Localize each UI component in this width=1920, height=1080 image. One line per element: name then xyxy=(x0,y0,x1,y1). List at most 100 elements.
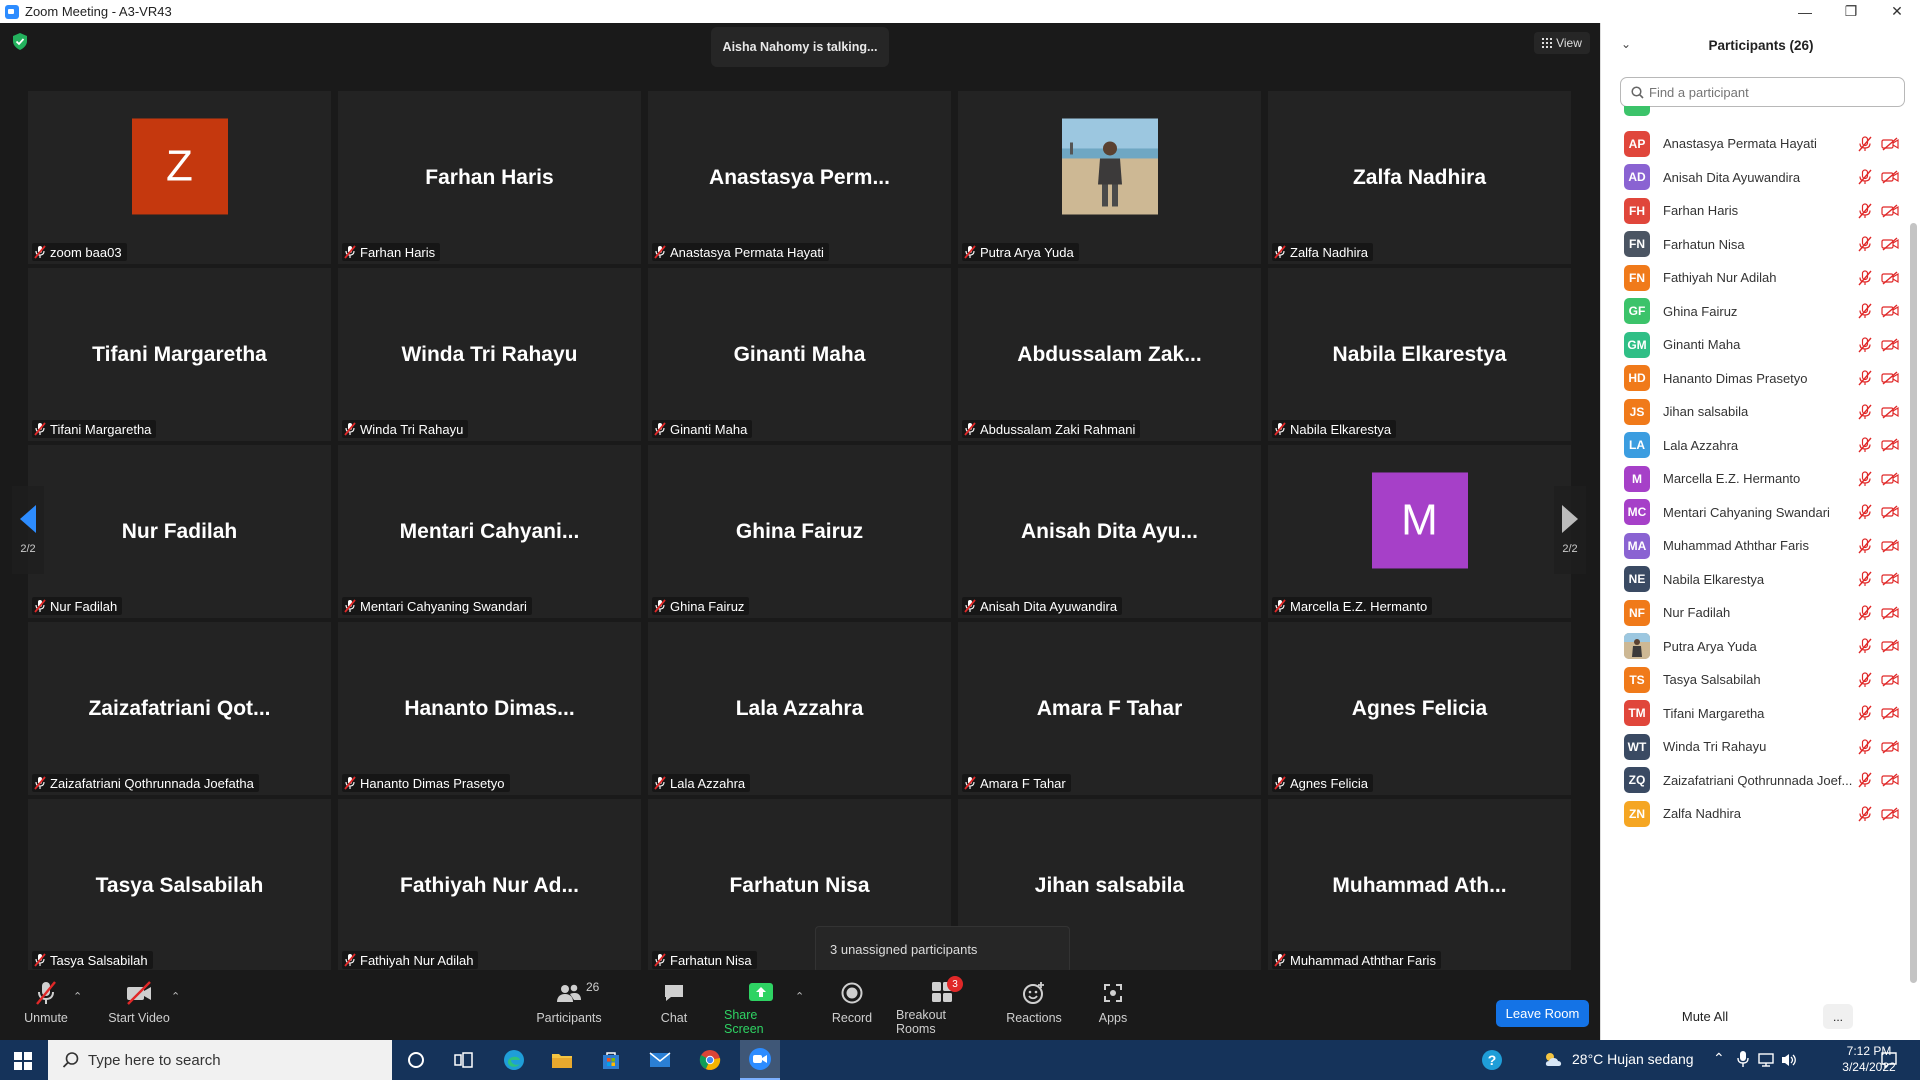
unmute-button[interactable]: Unmute xyxy=(22,980,70,1036)
muted-mic-icon[interactable] xyxy=(1857,169,1873,185)
microphone-tray-icon[interactable] xyxy=(1737,1050,1749,1073)
muted-mic-icon[interactable] xyxy=(1857,504,1873,520)
video-tile[interactable]: Zzoom baa03 xyxy=(28,91,331,264)
muted-mic-icon[interactable] xyxy=(1857,638,1873,654)
video-tile[interactable]: Agnes Felicia Agnes Felicia xyxy=(1268,622,1571,795)
muted-mic-icon[interactable] xyxy=(1857,772,1873,788)
participants-button[interactable]: 26 Participants xyxy=(534,980,604,1036)
network-icon[interactable] xyxy=(1757,1052,1775,1073)
mail-icon[interactable] xyxy=(648,1048,672,1072)
video-tile[interactable]: Putra Arya Yuda xyxy=(958,91,1261,264)
video-off-icon[interactable] xyxy=(1881,471,1899,486)
muted-mic-icon[interactable] xyxy=(1857,537,1873,554)
video-tile[interactable]: Amara F Tahar Amara F Tahar xyxy=(958,622,1261,795)
muted-mic-icon[interactable] xyxy=(1857,604,1873,621)
video-off-icon[interactable] xyxy=(1881,438,1899,452)
video-off-icon[interactable] xyxy=(1881,237,1899,251)
muted-mic-icon[interactable] xyxy=(1857,135,1873,152)
windows-start-icon[interactable] xyxy=(14,1052,32,1070)
participant-list-item[interactable]: ZN Zalfa Nadhira xyxy=(1601,793,1907,834)
video-off-icon[interactable] xyxy=(1881,572,1899,586)
volume-icon[interactable] xyxy=(1780,1052,1798,1073)
muted-mic-icon[interactable] xyxy=(1857,202,1873,219)
video-tile[interactable]: Abdussalam Zak... Abdussalam Zaki Rahmani xyxy=(958,268,1261,441)
leave-room-button[interactable]: Leave Room xyxy=(1496,1000,1589,1027)
video-off-icon[interactable] xyxy=(1881,505,1899,519)
video-tile[interactable]: Anastasya Perm... Anastasya Permata Hayat… xyxy=(648,91,951,264)
video-tile[interactable]: Nur Fadilah Nur Fadilah xyxy=(28,445,331,618)
video-off-icon[interactable] xyxy=(1881,605,1899,620)
chat-button[interactable]: Chat xyxy=(656,980,692,1036)
share-options-caret-icon[interactable]: ⌃ xyxy=(795,990,804,1003)
video-tile[interactable]: Zalfa Nadhira Zalfa Nadhira xyxy=(1268,91,1571,264)
video-off-icon[interactable] xyxy=(1881,404,1899,419)
video-tile[interactable]: Hananto Dimas... Hananto Dimas Prasetyo xyxy=(338,622,641,795)
view-button[interactable]: View xyxy=(1534,32,1590,54)
breakout-rooms-button[interactable]: 3 Breakout Rooms xyxy=(896,976,988,1036)
video-tile[interactable]: Tasya Salsabilah Tasya Salsabilah xyxy=(28,799,331,972)
video-tile[interactable]: Tifani Margaretha Tifani Margaretha xyxy=(28,268,331,441)
muted-mic-icon[interactable] xyxy=(1857,403,1873,420)
muted-mic-icon[interactable] xyxy=(1857,437,1873,453)
video-off-icon[interactable] xyxy=(1881,170,1899,184)
help-icon[interactable]: ? xyxy=(1480,1048,1504,1072)
participant-search-input[interactable] xyxy=(1649,84,1889,100)
file-explorer-icon[interactable] xyxy=(550,1048,574,1072)
video-off-icon[interactable] xyxy=(1881,639,1899,653)
muted-mic-icon[interactable] xyxy=(1857,671,1873,688)
video-off-icon[interactable] xyxy=(1881,371,1899,385)
video-off-icon[interactable] xyxy=(1881,706,1899,720)
zoom-taskbar-icon[interactable] xyxy=(740,1040,780,1080)
mute-all-button[interactable]: Mute All xyxy=(1663,1004,1747,1029)
video-tile[interactable]: Winda Tri Rahayu Winda Tri Rahayu xyxy=(338,268,641,441)
video-off-icon[interactable] xyxy=(1881,672,1899,687)
share-screen-button[interactable]: Share Screen xyxy=(724,980,798,1036)
participant-search-box[interactable] xyxy=(1620,77,1905,107)
video-off-icon[interactable] xyxy=(1881,270,1899,285)
next-page-button[interactable]: 2/2 xyxy=(1554,486,1586,574)
video-tile[interactable]: M Marcella E.Z. Hermanto xyxy=(1268,445,1571,618)
audio-options-caret-icon[interactable]: ⌃ xyxy=(73,990,82,1003)
more-options-button[interactable]: ... xyxy=(1823,1004,1853,1029)
video-tile[interactable]: Muhammad Ath... Muhammad Aththar Faris xyxy=(1268,799,1571,972)
video-off-icon[interactable] xyxy=(1881,773,1899,787)
video-off-icon[interactable] xyxy=(1881,136,1899,151)
video-tile[interactable]: Ghina Fairuz Ghina Fairuz xyxy=(648,445,951,618)
maximize-button[interactable]: ❐ xyxy=(1828,0,1874,23)
muted-mic-icon[interactable] xyxy=(1857,571,1873,587)
muted-mic-icon[interactable] xyxy=(1857,336,1873,353)
video-tile[interactable]: Ginanti Maha Ginanti Maha xyxy=(648,268,951,441)
task-view-icon[interactable] xyxy=(452,1048,476,1072)
video-tile[interactable]: Fathiyah Nur Ad... Fathiyah Nur Adilah xyxy=(338,799,641,972)
close-window-button[interactable]: ✕ xyxy=(1874,0,1920,23)
muted-mic-icon[interactable] xyxy=(1857,705,1873,721)
edge-browser-icon[interactable] xyxy=(502,1048,526,1072)
unassigned-participants-popup[interactable]: 3 unassigned participants xyxy=(815,926,1070,973)
apps-button[interactable]: Apps xyxy=(1097,980,1129,1036)
muted-mic-icon[interactable] xyxy=(1857,738,1873,755)
muted-mic-icon[interactable] xyxy=(1857,269,1873,286)
previous-page-button[interactable]: 2/2 xyxy=(12,486,44,574)
cortana-icon[interactable] xyxy=(404,1048,428,1072)
video-off-icon[interactable] xyxy=(1881,538,1899,553)
video-tile[interactable]: Farhan Haris Farhan Haris xyxy=(338,91,641,264)
video-tile[interactable]: Nabila Elkarestya Nabila Elkarestya xyxy=(1268,268,1571,441)
participant-list-scrollbar[interactable] xyxy=(1910,223,1917,983)
video-off-icon[interactable] xyxy=(1881,304,1899,318)
muted-mic-icon[interactable] xyxy=(1857,303,1873,319)
taskbar-search-box[interactable]: Type here to search xyxy=(48,1040,392,1080)
video-off-icon[interactable] xyxy=(1881,806,1899,821)
microsoft-store-icon[interactable] xyxy=(599,1048,623,1072)
video-tile[interactable]: Zaizafatriani Qot... Zaizafatriani Qothru… xyxy=(28,622,331,795)
video-off-icon[interactable] xyxy=(1881,203,1899,218)
muted-mic-icon[interactable] xyxy=(1857,370,1873,386)
muted-mic-icon[interactable] xyxy=(1857,805,1873,822)
minimize-button[interactable]: — xyxy=(1782,0,1828,23)
notifications-icon[interactable] xyxy=(1880,1051,1898,1074)
video-off-icon[interactable] xyxy=(1881,739,1899,754)
record-button[interactable]: Record xyxy=(830,980,874,1036)
muted-mic-icon[interactable] xyxy=(1857,236,1873,252)
video-tile[interactable]: Lala Azzahra Lala Azzahra xyxy=(648,622,951,795)
video-options-caret-icon[interactable]: ⌃ xyxy=(171,990,180,1003)
show-hidden-icons-chevron-icon[interactable]: ⌃ xyxy=(1713,1050,1725,1067)
